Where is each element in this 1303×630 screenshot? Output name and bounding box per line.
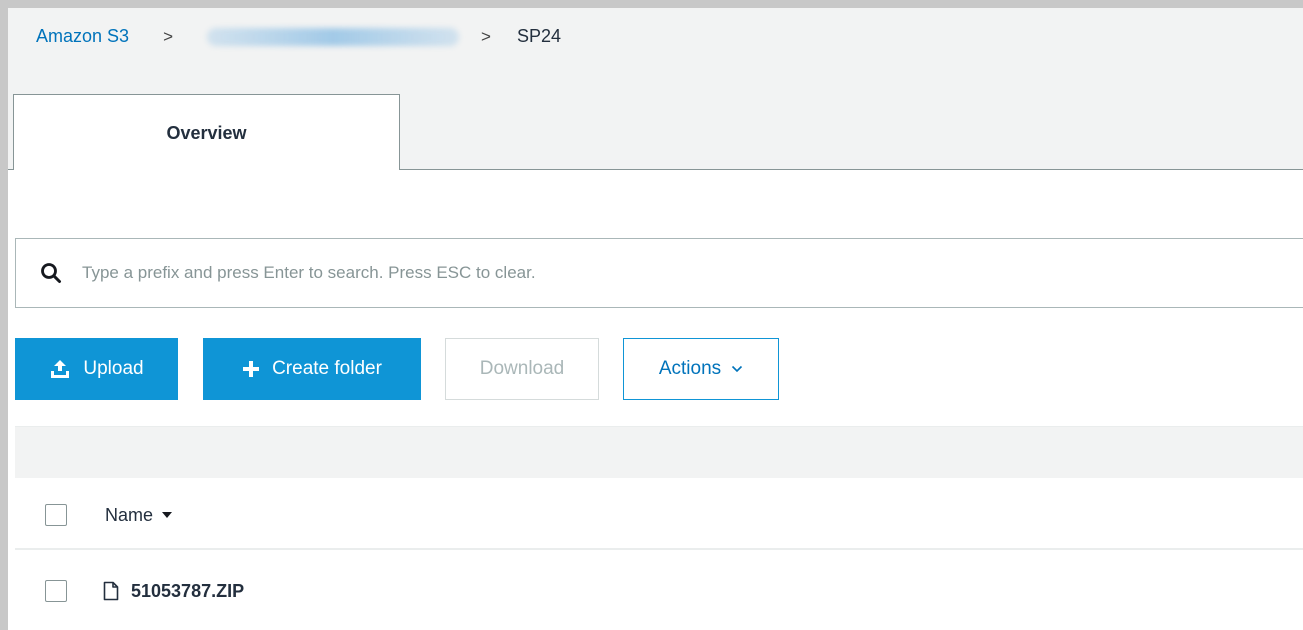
table-row[interactable]: 51053787.ZIP [15, 560, 1303, 622]
upload-button-label: Upload [83, 358, 144, 379]
search-icon [40, 262, 62, 284]
file-name-link[interactable]: 51053787.ZIP [131, 581, 244, 602]
download-button-label: Download [479, 358, 565, 379]
row-checkbox[interactable] [45, 580, 67, 602]
breadcrumb-link-bucket-redacted[interactable] [207, 27, 459, 46]
overview-panel: Upload Create folder Download Actions [8, 170, 1303, 630]
column-header-name[interactable]: Name [105, 505, 173, 526]
create-folder-button[interactable]: Create folder [203, 338, 421, 400]
plus-icon [242, 360, 260, 378]
table-toolbar-band [15, 426, 1303, 478]
actions-dropdown-button[interactable]: Actions [623, 338, 779, 400]
breadcrumb-link-amazon-s3[interactable]: Amazon S3 [36, 26, 129, 47]
breadcrumb-separator: > [163, 26, 173, 46]
sort-caret-down-icon [161, 511, 173, 519]
breadcrumb-separator: > [481, 26, 491, 46]
file-icon [103, 581, 119, 601]
select-all-checkbox[interactable] [45, 504, 67, 526]
tab-overview[interactable]: Overview [13, 94, 400, 171]
search-input[interactable] [82, 263, 1182, 283]
s3-console-window: Amazon S3 > > SP24 Overview Uplo [8, 8, 1303, 630]
download-button[interactable]: Download [445, 338, 599, 400]
upload-icon [49, 359, 71, 379]
breadcrumb: Amazon S3 > > SP24 [36, 26, 561, 47]
chevron-down-icon [731, 365, 743, 373]
column-header-name-label: Name [105, 504, 154, 525]
search-bar [15, 238, 1303, 308]
create-folder-button-label: Create folder [272, 358, 382, 379]
actions-button-label: Actions [658, 358, 722, 379]
table-header-row: Name [15, 482, 1303, 550]
upload-button[interactable]: Upload [15, 338, 178, 400]
breadcrumb-current-folder: SP24 [516, 26, 561, 46]
